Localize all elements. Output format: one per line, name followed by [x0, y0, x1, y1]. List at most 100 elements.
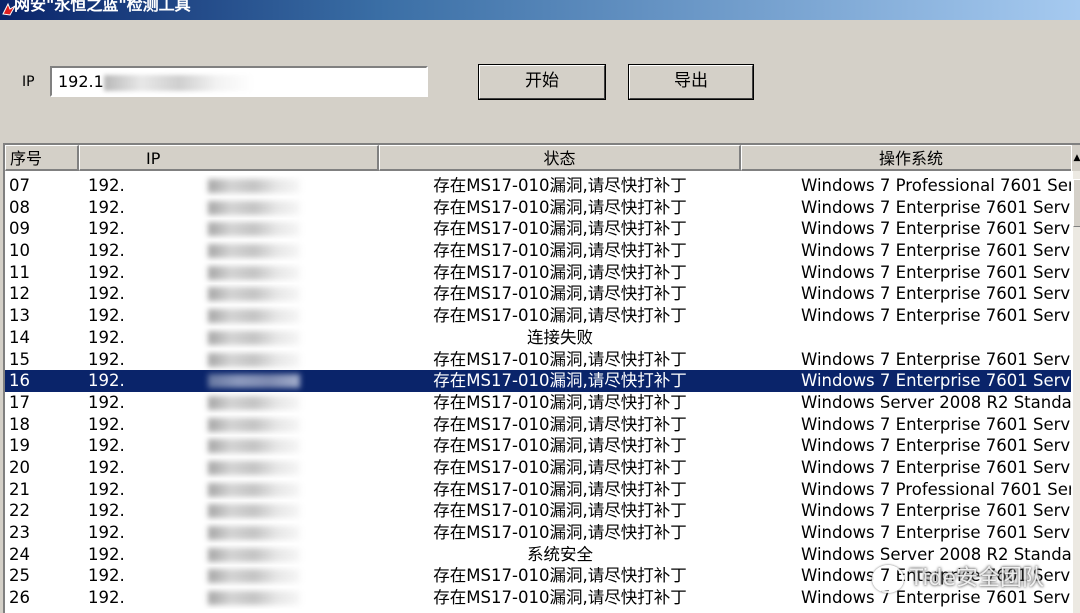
cell-status: 存在MS17-010漏洞,请尽快打补丁	[433, 392, 687, 412]
scrollbar-thumb[interactable]	[1073, 179, 1080, 227]
cell-ip: 192.	[88, 262, 378, 284]
cell-ip: 192.	[88, 435, 378, 457]
cell-ip: 192.	[88, 305, 378, 327]
cell-status: 存在MS17-010漏洞,请尽快打补丁	[433, 219, 687, 239]
cell-ip: 192.	[88, 283, 378, 305]
table-row[interactable]: 16 192. 存在MS17-010漏洞,请尽快打补丁 Windows 7 Enter…	[5, 370, 1071, 392]
ip-redaction	[208, 526, 300, 540]
cell-seq: 07	[9, 176, 30, 195]
cell-os: Windows 7 Professional 7601 Serv	[801, 479, 1071, 499]
cell-os: Windows 7 Enterprise 7601 Servi	[801, 457, 1071, 477]
ip-redaction	[208, 222, 300, 237]
ip-redaction	[208, 504, 300, 519]
start-button[interactable]: 开始	[478, 64, 606, 100]
cell-status: 存在MS17-010漏洞,请尽快打补丁	[433, 262, 687, 282]
column-header-seq[interactable]: 序号	[5, 145, 79, 171]
ip-redaction	[208, 265, 300, 280]
cell-status: 存在MS17-010漏洞,请尽快打补丁	[433, 241, 687, 261]
ip-redaction	[208, 569, 300, 584]
table-row[interactable]: 18 192. 存在MS17-010漏洞,请尽快打补丁 Windows 7 Enter…	[5, 414, 1071, 436]
cell-seq: 19	[9, 436, 30, 456]
cell-status: 存在MS17-010漏洞,请尽快打补丁	[433, 588, 687, 608]
cell-status: 存在MS17-010漏洞,请尽快打补丁	[433, 349, 687, 369]
cell-os: Windows 7 Enterprise 7601 Servi	[801, 262, 1071, 282]
vertical-scrollbar[interactable]	[1073, 171, 1080, 613]
column-header-ip[interactable]: IP	[79, 145, 379, 171]
results-list[interactable]: 序号 IP 状态 操作系统 ▲ 07 192. 存在MS17-010漏洞,请尽快打补…	[3, 143, 1080, 613]
list-header: 序号 IP 状态 操作系统 ▲	[5, 145, 1080, 171]
ip-redaction	[208, 374, 300, 389]
table-row[interactable]: 11 192. 存在MS17-010漏洞,请尽快打补丁 Windows 7 Enter…	[5, 262, 1071, 284]
export-button[interactable]: 导出	[628, 64, 754, 100]
table-row[interactable]: 07 192. 存在MS17-010漏洞,请尽快打补丁 Windows 7 Profe…	[5, 175, 1071, 197]
cell-status: 存在MS17-010漏洞,请尽快打补丁	[433, 197, 687, 217]
cell-seq: 17	[9, 392, 30, 412]
ip-redaction	[208, 352, 300, 367]
table-row[interactable]: 09 192. 存在MS17-010漏洞,请尽快打补丁 Windows 7 Enter…	[5, 218, 1071, 240]
cell-os: Windows 7 Enterprise 7601 Servi	[801, 306, 1071, 326]
table-row[interactable]: 19 192. 存在MS17-010漏洞,请尽快打补丁 Windows 7 Enter…	[5, 435, 1071, 457]
ip-redaction	[208, 460, 300, 475]
cell-os: Windows 7 Enterprise 7601 Servi	[801, 241, 1071, 261]
watermark: Tide安全团队	[871, 560, 1044, 593]
ip-redaction	[208, 287, 300, 302]
cell-ip: 192.	[88, 500, 378, 522]
cell-seq: 21	[9, 479, 30, 499]
cell-status: 存在MS17-010漏洞,请尽快打补丁	[433, 284, 687, 304]
window-title: 网安"永恒之蓝"检测工具	[14, 0, 191, 14]
cell-seq: 18	[9, 414, 30, 434]
column-header-os[interactable]: 操作系统	[741, 145, 1080, 171]
scroll-up-icon[interactable]: ▲	[1071, 145, 1080, 171]
cell-ip: 192.	[88, 565, 378, 587]
table-row[interactable]: 21 192. 存在MS17-010漏洞,请尽快打补丁 Windows 7 Profe…	[5, 479, 1071, 501]
cell-status: 存在MS17-010漏洞,请尽快打补丁	[433, 566, 687, 586]
cell-os: Windows 7 Professional 7601 Serv	[801, 176, 1071, 195]
table-row[interactable]: 20 192. 存在MS17-010漏洞,请尽快打补丁 Windows 7 Enter…	[5, 457, 1071, 479]
ip-input-value: 192.1	[58, 72, 104, 91]
ip-redaction	[208, 395, 300, 410]
cell-seq: 15	[9, 349, 30, 369]
cell-ip: 192.	[88, 175, 378, 197]
cell-ip: 192.	[88, 587, 378, 609]
cell-status: 存在MS17-010漏洞,请尽快打补丁	[433, 457, 687, 477]
cell-ip: 192.	[88, 544, 378, 566]
cell-ip: 192.	[88, 392, 378, 414]
cell-ip: 192.	[88, 197, 378, 219]
cell-ip: 192.	[88, 349, 378, 371]
cell-os	[741, 327, 1071, 349]
ip-redaction	[208, 482, 300, 497]
cell-seq: 14	[9, 327, 30, 347]
table-row[interactable]: 10 192. 存在MS17-010漏洞,请尽快打补丁 Windows 7 Enter…	[5, 240, 1071, 262]
cell-os: Windows 7 Enterprise 7601 Servi	[801, 284, 1071, 304]
ip-redaction	[208, 244, 300, 259]
table-row[interactable]: 08 192. 存在MS17-010漏洞,请尽快打补丁 Windows 7 Enter…	[5, 197, 1071, 219]
table-row[interactable]: 17 192. 存在MS17-010漏洞,请尽快打补丁 Windows Server …	[5, 392, 1071, 414]
cell-status: 存在MS17-010漏洞,请尽快打补丁	[433, 306, 687, 326]
ip-redaction	[208, 417, 300, 432]
title-bar[interactable]: 网安"永恒之蓝"检测工具	[0, 0, 1080, 20]
ip-redaction	[103, 74, 254, 91]
cell-status: 存在MS17-010漏洞,请尽快打补丁	[433, 479, 687, 499]
cell-seq: 16	[9, 371, 30, 391]
cell-ip: 192.	[88, 414, 378, 436]
table-row[interactable]: 14 192. 连接失败	[5, 327, 1071, 349]
cell-status: 存在MS17-010漏洞,请尽快打补丁	[433, 501, 687, 521]
cell-os: Windows 7 Enterprise 7601 Servi	[801, 501, 1071, 521]
cell-seq: 11	[9, 262, 30, 282]
table-row[interactable]: 12 192. 存在MS17-010漏洞,请尽快打补丁 Windows 7 Enter…	[5, 283, 1071, 305]
cell-status: 连接失败	[527, 327, 593, 347]
table-row[interactable]: 13 192. 存在MS17-010漏洞,请尽快打补丁 Windows 7 Enter…	[5, 305, 1071, 327]
cell-ip: 192.	[88, 522, 378, 544]
cell-seq: 10	[9, 241, 30, 261]
table-row[interactable]: 23 192. 存在MS17-010漏洞,请尽快打补丁 Windows 7 Enter…	[5, 522, 1071, 544]
table-row[interactable]: 22 192. 存在MS17-010漏洞,请尽快打补丁 Windows 7 Enter…	[5, 500, 1071, 522]
table-row[interactable]: 15 192. 存在MS17-010漏洞,请尽快打补丁 Windows 7 Enter…	[5, 349, 1071, 371]
list-rows: 07 192. 存在MS17-010漏洞,请尽快打补丁 Windows 7 Profe…	[5, 175, 1071, 609]
ip-input[interactable]: 192.1	[50, 66, 428, 97]
cell-status: 存在MS17-010漏洞,请尽快打补丁	[433, 414, 687, 434]
cell-os: Windows 7 Enterprise 7601 Servi	[801, 523, 1071, 542]
cell-os: Windows 7 Enterprise 7601 Servi	[801, 197, 1071, 217]
cell-status: 存在MS17-010漏洞,请尽快打补丁	[433, 436, 687, 456]
cell-seq: 12	[9, 284, 30, 304]
column-header-status[interactable]: 状态	[379, 145, 741, 171]
